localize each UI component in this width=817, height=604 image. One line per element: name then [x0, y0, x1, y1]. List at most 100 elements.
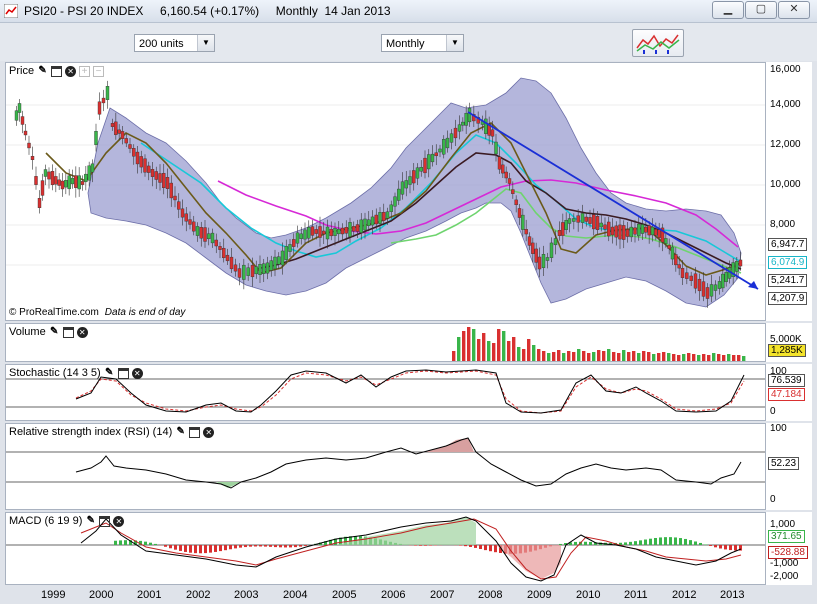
volume-bar [502, 331, 506, 361]
stochastic-panel[interactable]: Stochastic (14 3 5) ✎ ✕ [5, 364, 766, 421]
volume-chart [452, 327, 746, 361]
macd-positive-fill [336, 517, 476, 545]
cyan-ma-label: 6,074.9 [768, 256, 808, 269]
macd-histogram-bar [484, 545, 487, 551]
candle-up [430, 153, 435, 163]
volume-bar [612, 352, 616, 361]
close-icon[interactable]: ✕ [203, 426, 215, 438]
candle-down [705, 287, 710, 299]
close-icon[interactable]: ✕ [65, 65, 77, 77]
candle-down [504, 171, 508, 179]
candle-down [595, 216, 600, 230]
wrench-icon[interactable]: ✎ [85, 515, 96, 527]
candle-down [497, 156, 502, 170]
credit-text: © ProRealTime.com [9, 307, 99, 318]
wrench-icon[interactable]: ✎ [175, 426, 186, 438]
candle-down [192, 221, 196, 232]
candle-up [427, 154, 431, 170]
volume-bar [657, 353, 661, 361]
close-icon[interactable]: ✕ [131, 367, 143, 379]
candle-down [37, 197, 42, 209]
zoom-in-icon[interactable]: + [79, 65, 91, 77]
candle-down [310, 226, 315, 236]
macd-histogram-bar [719, 545, 722, 549]
indicators-button[interactable] [632, 29, 684, 57]
window-icon[interactable] [99, 515, 111, 527]
close-icon[interactable]: ✕ [76, 326, 88, 338]
candle-down [150, 169, 155, 177]
candle-down [607, 221, 611, 237]
volume-bar [547, 353, 551, 361]
year-label: 2012 [672, 589, 697, 601]
candle-down [647, 225, 651, 236]
macd-histogram-bar [589, 541, 592, 545]
candle-down [314, 229, 318, 234]
macd-histogram-bar [679, 538, 682, 545]
volume-bar [627, 352, 631, 361]
candle-up [449, 133, 454, 143]
macd-histogram-bar [464, 545, 467, 547]
macd-histogram-bar [559, 543, 562, 545]
candle-down [158, 173, 162, 183]
candle-down [701, 281, 706, 297]
window-icon[interactable] [51, 65, 63, 77]
macd-histogram-bar [714, 545, 717, 548]
volume-bar [597, 350, 601, 361]
macd-histogram-bar [114, 540, 117, 545]
macd-histogram-bar [259, 545, 262, 547]
candle-up [464, 113, 468, 126]
window-icon[interactable] [62, 326, 74, 338]
macd-histogram-bar [474, 545, 477, 548]
year-label: 2003 [234, 589, 259, 601]
window-icon[interactable] [117, 367, 129, 379]
macd-histogram-bar [419, 545, 422, 546]
macd-histogram-bar [144, 541, 147, 545]
volume-panel[interactable]: Volume ✎ ✕ [5, 323, 766, 362]
rsi-tick: 0 [770, 494, 776, 505]
candle-down [135, 151, 140, 165]
wrench-icon[interactable]: ✎ [49, 326, 60, 338]
window-icon[interactable] [189, 426, 201, 438]
candle-up [484, 118, 488, 134]
units-select[interactable]: 200 units ▼ [134, 34, 215, 52]
close-icon[interactable]: ✕ [113, 515, 125, 527]
candle-down [124, 138, 128, 144]
zoom-out-icon[interactable]: − [93, 65, 105, 77]
maximize-button[interactable]: ▢ [745, 1, 777, 19]
candle-up [385, 211, 390, 219]
candle-up [246, 267, 250, 276]
macd-histogram-bar [219, 545, 222, 552]
price-level-label: 6,947.7 [768, 238, 808, 251]
candle-down [689, 275, 693, 281]
macd-histogram-bar [469, 545, 472, 547]
volume-bar [727, 354, 731, 361]
price-level-label: 5,241.7 [768, 274, 808, 287]
candle-up [709, 284, 714, 297]
candle-down [23, 130, 28, 136]
year-label: 2000 [89, 589, 114, 601]
rsi-panel[interactable]: Relative strength index (RSI) (14) ✎ ✕ [5, 423, 766, 510]
wrench-icon[interactable]: ✎ [104, 367, 115, 379]
candle-down [667, 245, 671, 249]
volume-bars [452, 327, 746, 361]
chevron-down-icon: ▼ [197, 35, 214, 51]
candle-down [537, 256, 542, 270]
candle-up [77, 175, 81, 190]
rsi-panel-title: Relative strength index (RSI) (14) [9, 426, 173, 438]
macd-panel[interactable]: MACD (6 19 9) ✎ ✕ [5, 512, 766, 585]
wrench-icon[interactable]: ✎ [37, 65, 48, 77]
minimize-button[interactable]: ▁ [712, 1, 744, 19]
price-panel[interactable]: Price ✎ ✕ + − © ProRealTime.com Data is e… [5, 62, 766, 321]
volume-bar [647, 352, 651, 361]
candle-up [295, 232, 300, 244]
candle-up [280, 250, 285, 266]
candle-down [214, 239, 218, 247]
volume-bar [587, 353, 591, 361]
year-label: 2008 [478, 589, 503, 601]
candle-down [184, 213, 188, 222]
candle-up [303, 229, 307, 240]
volume-bar [522, 349, 526, 361]
period-select[interactable]: Monthly ▼ [381, 34, 464, 52]
close-window-button[interactable]: ✕ [778, 1, 810, 19]
price-chart[interactable] [6, 63, 766, 321]
